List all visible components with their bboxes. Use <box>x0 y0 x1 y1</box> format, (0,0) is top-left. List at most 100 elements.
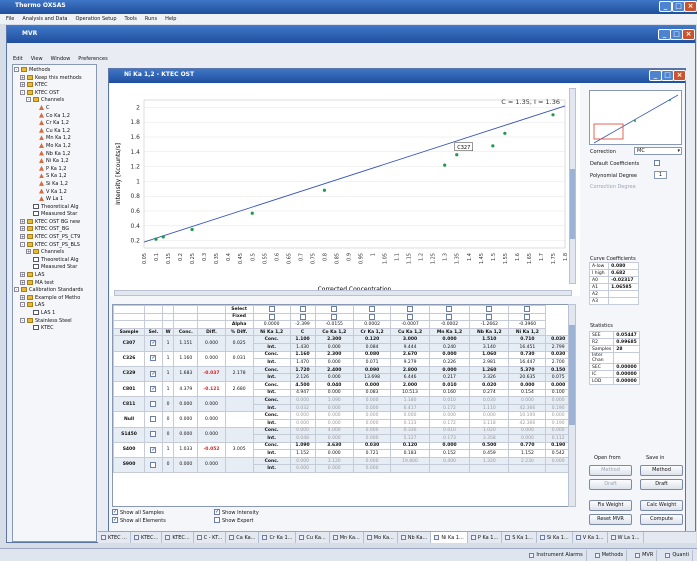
fixed-checkbox[interactable] <box>299 313 306 320</box>
data-point[interactable] <box>491 144 495 148</box>
tree-item[interactable]: Co Ka 1,2 <box>14 112 95 121</box>
status-item[interactable]: Methods <box>592 549 628 561</box>
sample-select-checkbox[interactable]: ✓ <box>150 370 157 377</box>
tree-item[interactable]: + KTEC OST_PS_CT9 <box>14 234 95 242</box>
tree-item[interactable]: + Channels <box>14 249 95 257</box>
tree-item[interactable]: W La 1 <box>14 196 95 204</box>
sample-select-checkbox[interactable]: ✓ <box>150 446 157 453</box>
status-item[interactable]: Instrument Alarms <box>526 549 587 561</box>
tree-item[interactable]: KTEC <box>14 325 95 333</box>
select-checkbox[interactable] <box>299 306 306 313</box>
data-point[interactable] <box>503 131 507 135</box>
app-menu-item[interactable]: Help <box>165 16 176 22</box>
select-checkbox[interactable] <box>407 306 414 313</box>
chart-close-button[interactable]: × <box>673 70 686 81</box>
fixed-checkbox[interactable] <box>268 313 275 320</box>
open-method-button[interactable]: Method <box>589 465 632 476</box>
chart-hscrollbar[interactable] <box>114 290 572 296</box>
tree-item[interactable]: - KTEC OST_PS_BLS <box>14 241 95 250</box>
expand-icon[interactable]: + <box>20 226 25 232</box>
tree-item[interactable]: - Calibration Standards <box>14 287 95 295</box>
status-item[interactable]: MVR <box>632 549 658 561</box>
save-draft-button[interactable]: Draft <box>640 479 683 490</box>
tree-item[interactable]: Measured Star <box>14 264 95 272</box>
sample-select-checkbox[interactable]: ✓ <box>150 385 157 392</box>
data-point[interactable] <box>154 237 158 241</box>
option-checkbox[interactable]: ✓ Show Intensity <box>214 509 259 516</box>
open-draft-button[interactable]: Draft <box>589 479 632 490</box>
collapse-icon[interactable]: - <box>20 89 25 95</box>
collapse-icon[interactable]: - <box>20 241 25 247</box>
tree-item[interactable]: - KTEC OST <box>14 89 95 98</box>
tree-item[interactable]: Mn Ka 1,2 <box>14 135 95 143</box>
collapse-icon[interactable]: - <box>14 287 19 293</box>
editor-tab[interactable]: Ni Ka 1... <box>431 532 468 543</box>
fixed-checkbox[interactable] <box>524 313 531 320</box>
option-checkbox[interactable]: ✓ Show all Samples <box>112 509 164 516</box>
poly-degree-spinner[interactable]: 1 <box>654 171 667 179</box>
table-scrollbar[interactable] <box>568 304 576 507</box>
collapse-icon[interactable]: - <box>20 302 25 308</box>
sample-select-checkbox[interactable] <box>150 400 157 407</box>
tree-item[interactable]: Theoretical Alg <box>14 203 95 212</box>
sample-select-checkbox[interactable] <box>150 431 157 438</box>
collapse-icon[interactable]: - <box>14 67 19 72</box>
tree-item[interactable]: Mo Ka 1,2 <box>14 142 95 151</box>
data-point[interactable] <box>161 235 165 239</box>
expand-icon[interactable]: + <box>20 234 25 240</box>
app-menu-item[interactable]: Operation Setup <box>76 16 117 22</box>
tree-item[interactable]: P Ka 1,2 <box>14 165 95 174</box>
editor-tab[interactable]: KTEC... <box>131 532 163 543</box>
checkbox-box[interactable]: ✓ <box>112 509 118 515</box>
checkbox-box[interactable]: ✓ <box>214 509 220 515</box>
expand-icon[interactable]: + <box>26 249 31 255</box>
editor-tab[interactable]: Mn Ka... <box>330 532 364 543</box>
tree-item[interactable]: Measured Star <box>14 211 95 219</box>
tree-item[interactable]: C <box>14 104 95 113</box>
fixed-checkbox[interactable] <box>369 313 376 320</box>
tree-item[interactable]: LAS 1 <box>14 310 95 318</box>
editor-tab[interactable]: V Ka 1... <box>573 532 608 543</box>
editor-tab[interactable]: Ca Ka... <box>226 532 260 543</box>
tree-item[interactable]: Cu Ka 1,2 <box>14 127 95 136</box>
tree-item[interactable]: - Stainless Steel <box>14 317 95 326</box>
tree-item[interactable]: Ni Ka 1,2 <box>14 158 95 166</box>
mvr-menu-item[interactable]: View <box>31 56 43 62</box>
fixed-checkbox[interactable] <box>331 313 338 320</box>
select-checkbox[interactable] <box>369 306 376 313</box>
correction-select[interactable]: MC ▾ <box>634 147 682 155</box>
tree-item[interactable]: + KTEC OST_BG <box>14 226 95 234</box>
default-coef-checkbox[interactable] <box>654 160 660 166</box>
select-checkbox[interactable] <box>268 306 275 313</box>
editor-tab[interactable]: Mo Ka... <box>364 532 398 543</box>
save-method-button[interactable]: Method <box>640 465 683 476</box>
minimize-button[interactable]: _ <box>659 1 672 12</box>
data-point[interactable] <box>455 153 459 157</box>
select-checkbox[interactable] <box>331 306 338 313</box>
tree-item[interactable]: + Keep this methods <box>14 74 95 83</box>
expand-icon[interactable]: + <box>20 82 25 88</box>
tree-item[interactable]: Si Ka 1,2 <box>14 180 95 189</box>
expand-icon[interactable]: + <box>20 294 25 300</box>
tree-item[interactable]: + MA test <box>14 279 95 288</box>
expand-icon[interactable]: + <box>20 74 25 80</box>
compute-button[interactable]: Compute <box>640 514 683 525</box>
editor-tab[interactable]: Nb Ka... <box>398 532 432 543</box>
option-checkbox[interactable]: Show Expert <box>214 517 253 524</box>
editor-tab[interactable]: Si Ka 1... <box>537 532 573 543</box>
tree-item[interactable]: V Ka 1,2 <box>14 188 95 197</box>
option-checkbox[interactable]: ✓ Show all Elements <box>112 517 166 524</box>
calc-weight-button[interactable]: Calc Weight <box>640 500 683 511</box>
select-checkbox[interactable] <box>446 306 453 313</box>
editor-tab[interactable]: Cr Ka 1... <box>259 532 297 543</box>
data-point[interactable] <box>443 163 447 167</box>
app-menu-item[interactable]: Tools <box>125 16 137 22</box>
editor-tab[interactable]: S Ka 1... <box>502 532 537 543</box>
editor-tab[interactable]: C - KT... <box>194 532 227 543</box>
mvr-close-button[interactable]: × <box>682 29 695 40</box>
editor-tab[interactable]: Cu Ka... <box>296 532 330 543</box>
collapse-icon[interactable]: - <box>20 317 25 323</box>
fixed-checkbox[interactable] <box>486 313 493 320</box>
select-checkbox[interactable] <box>524 306 531 313</box>
editor-tab[interactable]: KTEC... <box>162 532 194 543</box>
